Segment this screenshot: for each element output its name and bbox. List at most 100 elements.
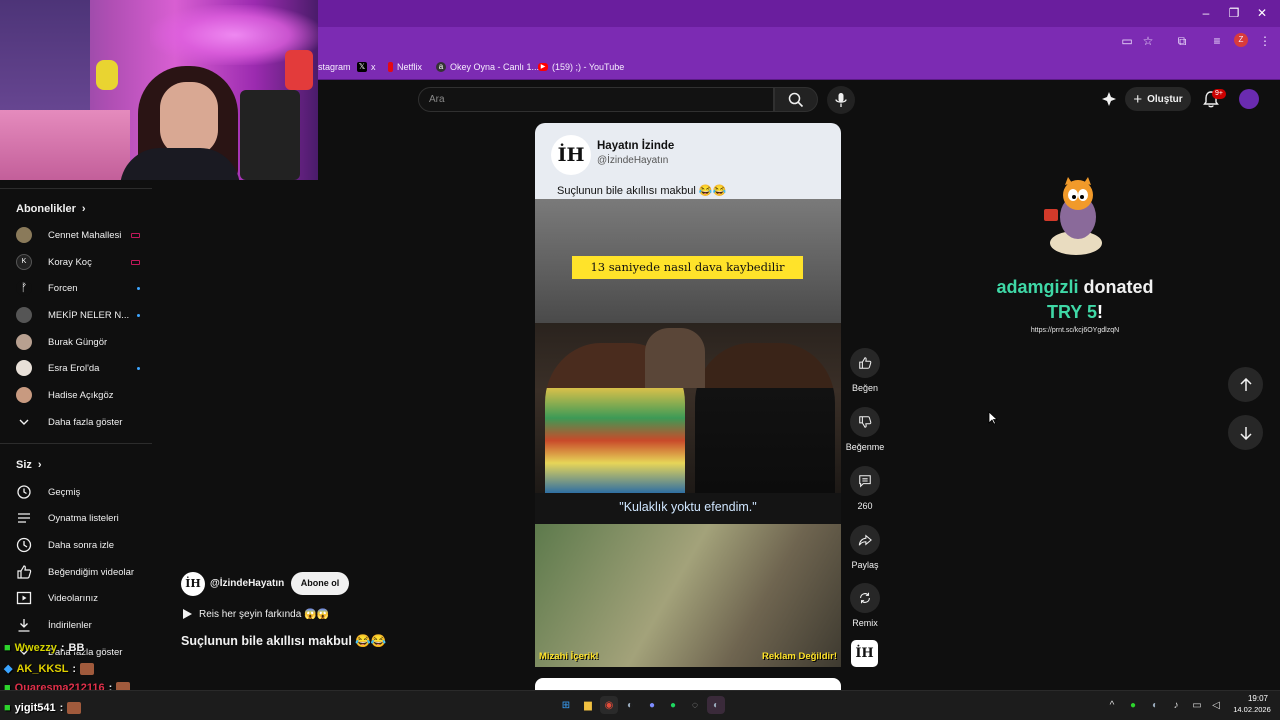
comments-count: 260 (857, 501, 873, 511)
live-icon (131, 259, 140, 265)
sidebar-item-label: Geçmiş (48, 486, 81, 498)
channel-avatar[interactable]: İH (181, 572, 205, 596)
sidebar-item-label: Esra Erol'da (48, 362, 100, 374)
next-short-button[interactable] (1228, 415, 1263, 450)
music-row[interactable]: Reis her şeyin farkında 😱😱 (181, 608, 329, 620)
chrome-icon[interactable]: ◉ (600, 696, 618, 714)
webcam-toy (96, 60, 118, 90)
volume-icon[interactable]: ◁ (1207, 696, 1225, 714)
voice-search-button[interactable] (827, 86, 855, 114)
arrow-up-icon (1239, 377, 1252, 391)
sidebar-item-your-videos[interactable]: Videolarınız (16, 587, 140, 609)
comments-button[interactable]: 260 (845, 466, 885, 511)
sidebar-item-downloads[interactable]: İndirilenler (16, 614, 140, 636)
sidebar-item-history[interactable]: Geçmiş (16, 481, 140, 503)
share-button[interactable]: Paylaş (845, 525, 885, 570)
subscriptions-header[interactable]: Abonelikler › (16, 203, 86, 215)
tray-steam-icon[interactable]: ◐ (1146, 696, 1164, 714)
bookmark-label: Netflix (397, 62, 423, 72)
windows-start-icon[interactable]: ⊞ (557, 696, 575, 714)
bookmark-youtube[interactable]: ▶ (159) ;) - YouTube (538, 59, 624, 75)
dislike-button[interactable]: Beğenme (845, 407, 885, 452)
chevron-right-icon: › (37, 459, 42, 471)
extensions-icon[interactable]: ⧉ (1174, 33, 1190, 49)
chat-user: Wwezzy (14, 642, 57, 654)
next-short-preview[interactable] (535, 678, 841, 690)
chevron-up-icon[interactable]: ^ (1103, 696, 1121, 714)
previous-short-button[interactable] (1228, 367, 1263, 402)
tweet-handle: @İzindeHayatın (597, 155, 669, 166)
subscribe-button[interactable]: Abone ol (291, 572, 349, 595)
sidebar-item-label: Oynatma listeleri (48, 512, 119, 524)
tray-app-icon[interactable]: ● (1124, 696, 1142, 714)
like-icon (16, 564, 32, 580)
user-avatar[interactable] (1239, 89, 1259, 109)
ai-sparkle-icon[interactable] (1101, 91, 1117, 107)
sidebar-item-liked-videos[interactable]: Beğendiğim videolar (16, 561, 140, 583)
donation-message: https://prnt.sc/kcj6OYgdlzqN (1030, 327, 1120, 334)
chevron-right-icon: › (81, 203, 86, 215)
steam-icon[interactable]: ◐ (621, 696, 639, 714)
close-icon[interactable]: ✕ (1254, 5, 1270, 21)
avatar (16, 307, 32, 323)
search-box[interactable] (418, 87, 774, 112)
bookmark-instagram[interactable]: stagram (318, 59, 351, 75)
sidebar-item-playlists[interactable]: Oynatma listeleri (16, 507, 140, 529)
microphone-icon[interactable]: ♪ (1167, 696, 1185, 714)
sidebar-item-koray-koc[interactable]: K Koray Koç (16, 251, 140, 273)
star-icon[interactable]: ☆ (1140, 33, 1156, 49)
taskbar-date[interactable]: 14.02.2026 (1228, 705, 1276, 714)
sidebar-item-burak-gungor[interactable]: Burak Güngör (16, 331, 140, 353)
badge-icon: ■ (4, 702, 11, 714)
maximize-icon[interactable]: ❐ (1226, 5, 1242, 21)
profile-avatar[interactable]: Z (1234, 33, 1248, 47)
play-icon (183, 609, 192, 619)
video-icon (16, 590, 32, 606)
channel-name[interactable]: @İzindeHayatın (210, 578, 284, 589)
like-button[interactable]: Beğen (845, 348, 885, 393)
discord-icon[interactable]: ● (643, 696, 661, 714)
sidebar-item-cennet-mahallesi[interactable]: Cennet Mahallesi (16, 224, 140, 246)
bookmark-x[interactable]: 𝕏x (357, 59, 376, 75)
file-explorer-icon[interactable]: ▆ (579, 696, 597, 714)
garfield-icon (1040, 175, 1108, 257)
minimize-icon[interactable]: – (1198, 5, 1214, 21)
sidebar-item-label: Forcen (48, 282, 78, 294)
menu-icon[interactable]: ⋮ (1257, 33, 1273, 49)
bookmark-netflix[interactable]: Netflix (388, 59, 422, 75)
show-more-subscriptions[interactable]: Daha fazla göster (16, 411, 140, 433)
sidebar-item-mekip[interactable]: MEKİP NELER N... (16, 304, 140, 326)
remix-button[interactable]: Remix (845, 583, 885, 628)
sidebar-item-hadise[interactable]: Hadise Açıkgöz (16, 384, 140, 406)
app-icon[interactable]: ◌ (686, 696, 704, 714)
sidebar-item-watch-later[interactable]: Daha sonra izle (16, 534, 140, 556)
badge-humor: Mizahi İçerik! (539, 651, 599, 662)
you-header[interactable]: Siz › (16, 459, 42, 471)
webcam-chair (240, 90, 300, 180)
network-icon[interactable]: ▭ (1188, 696, 1206, 714)
like-label: Beğen (851, 383, 879, 393)
sidebar-item-label: MEKİP NELER N... (48, 309, 130, 321)
chat-user: yigit541 (14, 702, 56, 714)
avatar (16, 227, 32, 243)
mouse-cursor-icon (988, 411, 998, 425)
taskbar-time[interactable]: 19:07 (1240, 694, 1276, 703)
chat-text: BB (68, 642, 85, 654)
sidebar-item-label: Cennet Mahallesi (48, 229, 122, 241)
sidebar-divider (0, 188, 152, 189)
media-icon[interactable]: ≡ (1209, 33, 1225, 49)
steam-active-icon[interactable]: ◐ (707, 696, 725, 714)
bookmark-okey[interactable]: a Okey Oyna - Canlı 1... (436, 59, 539, 75)
search-input[interactable] (419, 88, 773, 111)
search-button[interactable] (774, 87, 818, 112)
sound-thumbnail[interactable]: İH (851, 640, 878, 667)
microphone-icon (835, 93, 847, 107)
sidebar-item-forcen[interactable]: ᚠ Forcen (16, 277, 140, 299)
cast-icon[interactable]: ▭ (1119, 33, 1135, 49)
create-button[interactable]: + Oluştur (1125, 87, 1191, 111)
spotify-icon[interactable]: ● (664, 696, 682, 714)
sidebar-item-esra-erol[interactable]: Esra Erol'da (16, 357, 140, 379)
sidebar-item-label: Hadise Açıkgöz (48, 389, 114, 401)
short-video-player[interactable]: İH Hayatın İzinde @İzindeHayatın Suçlunu… (535, 123, 841, 667)
emote-icon (80, 662, 95, 675)
